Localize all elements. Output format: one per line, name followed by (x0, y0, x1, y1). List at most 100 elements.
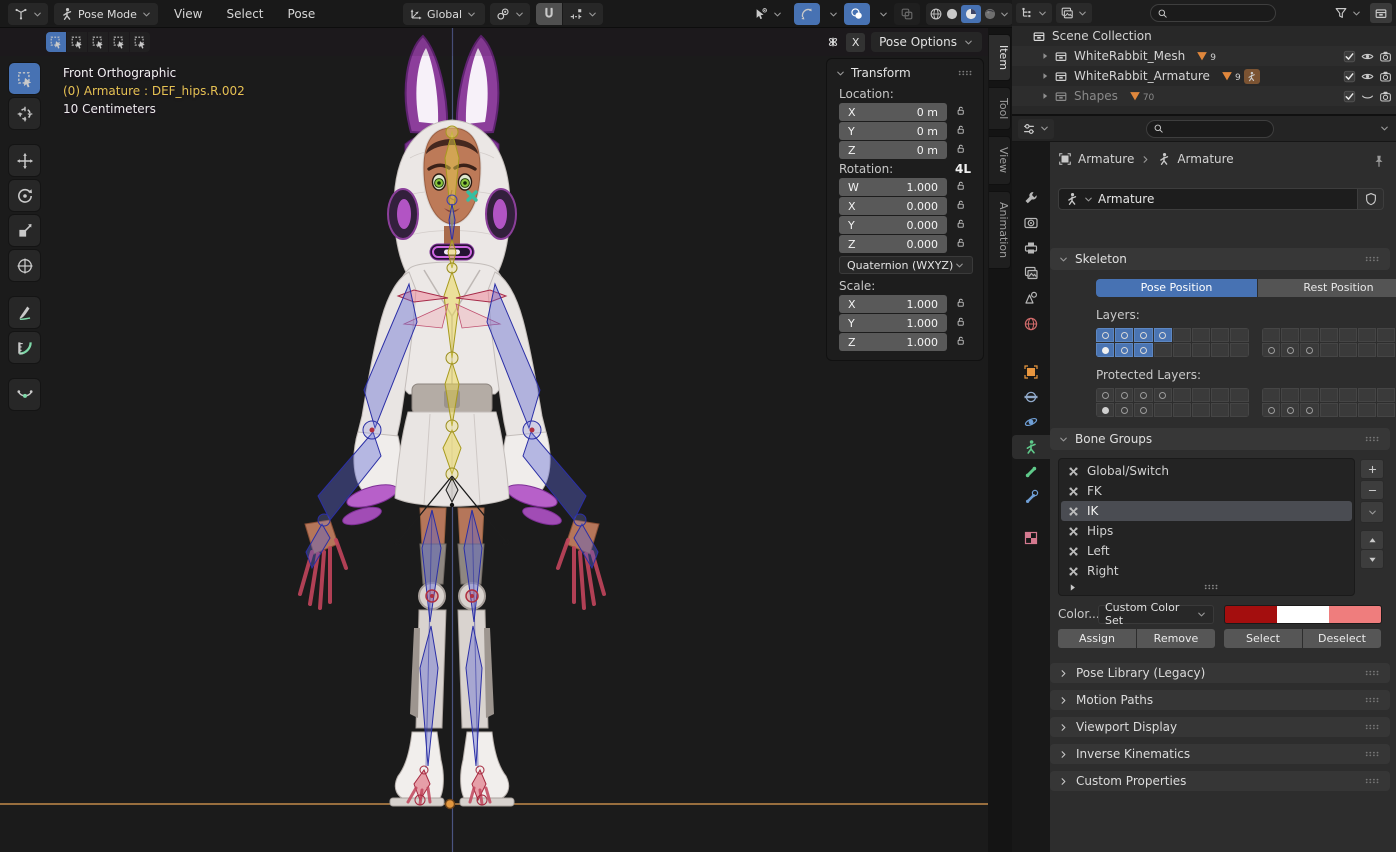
rotation-w-field[interactable]: W1.000 (839, 178, 947, 196)
new-collection-button[interactable] (1370, 3, 1392, 23)
add-bone-group-button[interactable] (1360, 459, 1384, 479)
lock-icon[interactable] (955, 316, 966, 330)
select-button[interactable]: Select (1224, 629, 1302, 648)
bone-group-specials-button[interactable] (1360, 501, 1384, 523)
rotation-y-field[interactable]: Y0.000 (839, 216, 947, 234)
eye-open-icon[interactable] (1361, 70, 1374, 83)
protected-layer-cell[interactable] (1377, 388, 1395, 402)
show-gizmo-toggle[interactable] (794, 3, 820, 25)
pivot-point-dropdown[interactable] (490, 3, 530, 25)
3d-viewport[interactable]: X Pose Options Front Orthographic (0) Ar… (0, 28, 988, 852)
armature-layer-cell[interactable] (1211, 343, 1229, 357)
rotation-x-field[interactable]: X0.000 (839, 197, 947, 215)
rotation-z-field[interactable]: Z0.000 (839, 235, 947, 253)
sidebar-tab-view[interactable]: View (989, 136, 1011, 184)
protected-layer-cell[interactable] (1320, 388, 1338, 402)
armature-layer-cell[interactable] (1377, 343, 1395, 357)
armature-layer-cell[interactable] (1134, 343, 1152, 357)
move-group-down-button[interactable] (1360, 549, 1384, 569)
protected-layer-cell[interactable] (1230, 388, 1248, 402)
lock-icon[interactable] (955, 218, 966, 232)
panel-pose-library-legacy-[interactable]: Pose Library (Legacy) (1050, 663, 1390, 683)
panel-motion-paths[interactable]: Motion Paths (1050, 690, 1390, 710)
armature-object-icon[interactable] (1244, 69, 1260, 84)
protected-layer-cell[interactable] (1192, 388, 1210, 402)
assign-button[interactable]: Assign (1058, 629, 1136, 648)
protected-layer-cell[interactable] (1154, 403, 1172, 417)
protected-layer-cell[interactable] (1192, 403, 1210, 417)
tab-object[interactable] (1012, 360, 1050, 384)
protected-layer-cell[interactable] (1134, 403, 1152, 417)
sidebar-tab-item[interactable]: Item (989, 34, 1011, 81)
render-visibility-icon[interactable] (1379, 50, 1392, 63)
bone-group-item[interactable]: IK (1061, 501, 1352, 521)
lock-icon[interactable] (955, 237, 966, 251)
scale-z-field[interactable]: Z1.000 (839, 333, 947, 351)
protected-layer-cell[interactable] (1211, 403, 1229, 417)
panel-viewport-display[interactable]: Viewport Display (1050, 717, 1390, 737)
armature-layer-cell[interactable] (1211, 328, 1229, 342)
protected-layer-cell[interactable] (1230, 403, 1248, 417)
tab-render[interactable] (1012, 211, 1050, 235)
protected-layer-cell[interactable] (1358, 403, 1376, 417)
armature-layer-cell[interactable] (1192, 343, 1210, 357)
protected-layer-cell[interactable] (1320, 403, 1338, 417)
armature-layer-cell[interactable] (1281, 328, 1299, 342)
armature-layer-cell[interactable] (1339, 343, 1357, 357)
protected-layer-cell[interactable] (1173, 388, 1191, 402)
armature-layer-cell[interactable] (1230, 328, 1248, 342)
xray-toggle[interactable] (894, 3, 920, 25)
pin-icon[interactable] (1372, 154, 1386, 168)
protected-layer-cell[interactable] (1300, 388, 1318, 402)
protected-layer-cell[interactable] (1096, 388, 1114, 402)
armature-layer-cell[interactable] (1358, 343, 1376, 357)
outliner-search-input[interactable] (1150, 4, 1276, 22)
tab-constraints[interactable] (1012, 385, 1050, 409)
protected-layer-cell[interactable] (1134, 388, 1152, 402)
tab-view-layer[interactable] (1012, 261, 1050, 285)
color-set-dropdown[interactable]: Custom Color Set (1098, 605, 1214, 624)
rotation-mode-dropdown[interactable]: Quaternion (WXYZ) (839, 256, 973, 274)
panel-grip[interactable] (957, 69, 975, 77)
protected-layer-cell[interactable] (1339, 388, 1357, 402)
shading-solid-icon[interactable] (945, 7, 959, 21)
remove-bone-group-button[interactable] (1360, 480, 1384, 500)
datablock-name-field[interactable]: Armature (1058, 188, 1358, 210)
shading-material-icon[interactable] (961, 5, 981, 23)
deselect-button[interactable]: Deselect (1303, 629, 1381, 648)
tool-rotate[interactable] (8, 179, 41, 212)
skeleton-panel-header[interactable]: Skeleton (1050, 248, 1390, 270)
scale-y-field[interactable]: Y1.000 (839, 314, 947, 332)
lock-icon[interactable] (955, 335, 966, 349)
shading-rendered-icon[interactable] (983, 7, 997, 21)
armature-layer-cell[interactable] (1230, 343, 1248, 357)
tool-measure[interactable] (8, 331, 41, 364)
panel-collapse-icon[interactable] (835, 68, 846, 79)
select-mode-invert[interactable] (109, 32, 129, 52)
color-swatch-2[interactable] (1329, 606, 1381, 623)
properties-search-input[interactable] (1146, 120, 1274, 138)
location-x-field[interactable]: X0 m (839, 103, 947, 121)
render-visibility-icon[interactable] (1379, 90, 1392, 103)
armature-layer-cell[interactable] (1339, 328, 1357, 342)
gizmo-dropdown[interactable] (822, 3, 840, 25)
color-swatch-1[interactable] (1277, 606, 1329, 623)
tab-tool[interactable] (1012, 186, 1050, 210)
armature-layer-cell[interactable] (1358, 328, 1376, 342)
x-mirror-toggle[interactable]: X (846, 33, 865, 52)
bone-group-item[interactable]: Global/Switch (1061, 461, 1352, 481)
exclude-checkbox[interactable] (1343, 90, 1356, 103)
bone-group-item[interactable]: FK (1061, 481, 1352, 501)
editor-type-button[interactable] (8, 3, 48, 25)
panel-custom-properties[interactable]: Custom Properties (1050, 771, 1390, 791)
object-visibility-dropdown[interactable] (748, 3, 790, 25)
breadcrumb-object[interactable]: Armature (1078, 152, 1134, 166)
tool-scale[interactable] (8, 214, 41, 247)
armature-layer-cell[interactable] (1300, 343, 1318, 357)
tool-cursor[interactable] (8, 97, 41, 130)
eye-closed-icon[interactable] (1361, 90, 1374, 103)
sidebar-tab-tool[interactable]: Tool (989, 87, 1011, 130)
location-z-field[interactable]: Z0 m (839, 141, 947, 159)
bone-group-item[interactable]: Left (1061, 541, 1352, 561)
menu-pose[interactable]: Pose (276, 3, 328, 25)
